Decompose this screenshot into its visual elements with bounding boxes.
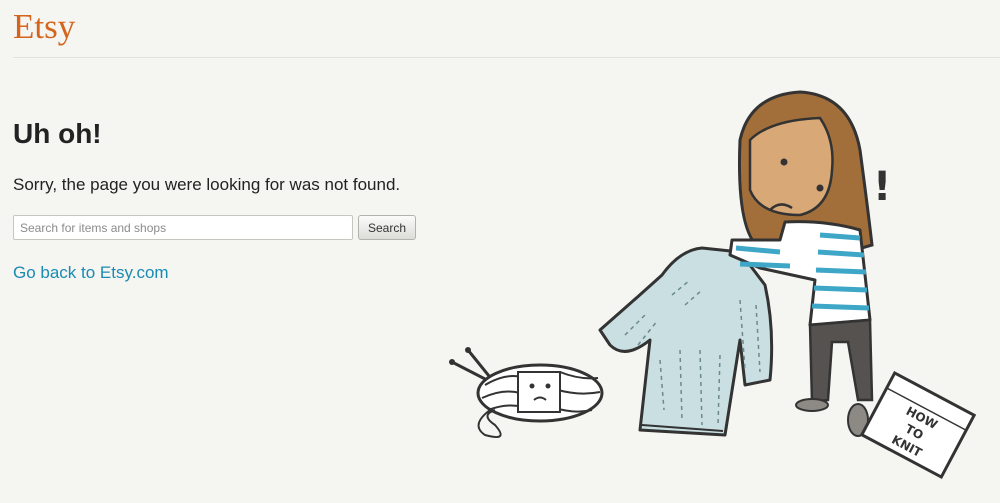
yarn-ball-icon xyxy=(476,363,604,438)
not-found-message: Sorry, the page you were looking for was… xyxy=(13,175,401,194)
back-to-etsy-link[interactable]: Go back to Etsy.com xyxy=(13,262,169,284)
etsy-logo[interactable]: Etsy xyxy=(13,7,75,47)
exclamation-icon: ! xyxy=(873,164,891,210)
search-button[interactable]: Search xyxy=(358,215,416,240)
header-divider xyxy=(13,57,1000,58)
search-input[interactable] xyxy=(13,215,353,240)
sweater-icon xyxy=(598,246,774,437)
knitting-illustration: ! HOW TO KNIT xyxy=(449,90,977,480)
page-title: Uh oh! xyxy=(13,118,102,149)
knitting-book-icon: HOW TO KNIT xyxy=(859,370,977,480)
